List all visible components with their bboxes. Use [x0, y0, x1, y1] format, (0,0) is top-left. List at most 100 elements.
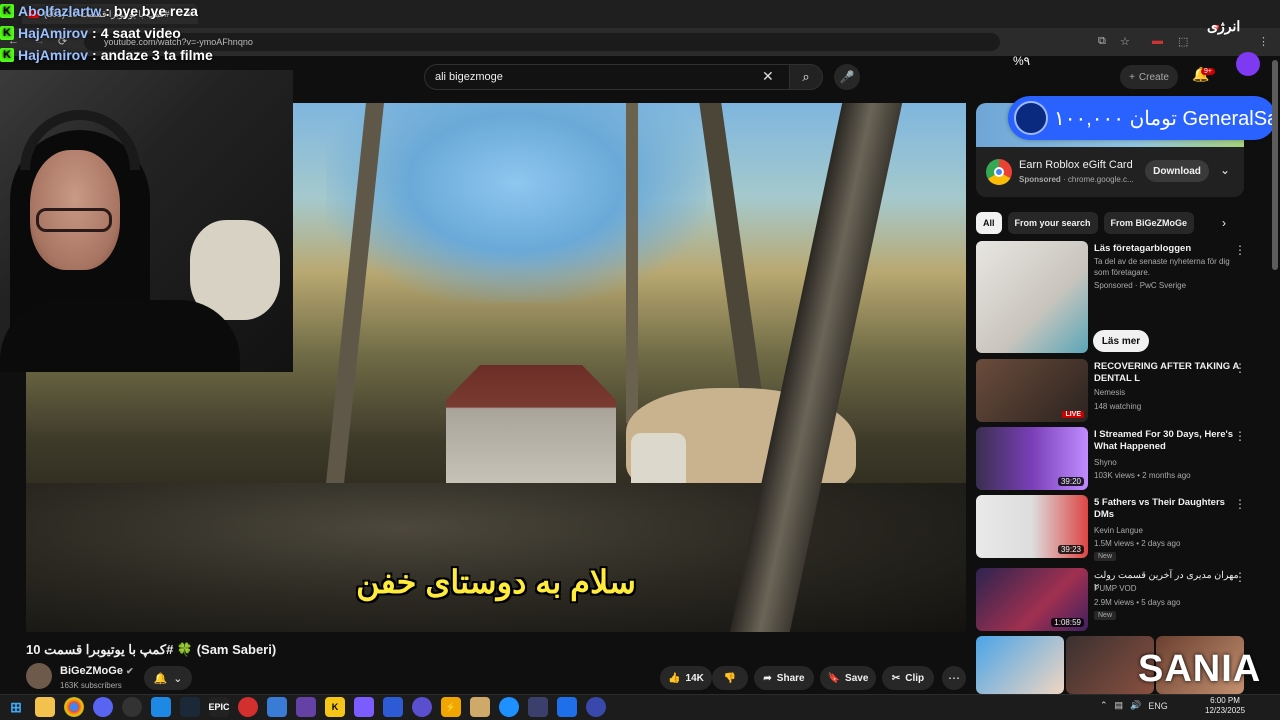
chrome-icon[interactable]	[64, 697, 84, 717]
voice-search-button[interactable]: 🎤	[834, 64, 860, 90]
chip-from-channel[interactable]: From BiGeZMoGe	[1103, 212, 1195, 234]
scrollbar[interactable]	[1272, 60, 1278, 270]
taskbar-clock[interactable]: 6:00 PM 12/23/2025	[1205, 696, 1245, 716]
chevron-down-icon[interactable]: ⌄	[1220, 163, 1230, 177]
search-input[interactable]: ali bigezmoge	[424, 64, 790, 90]
ad-sponsored: Sponsored	[1019, 175, 1061, 184]
windows-start-icon[interactable]: ⊞	[6, 697, 26, 717]
video-sky	[326, 103, 706, 303]
clip-label: Clip	[905, 672, 925, 684]
app-icon[interactable]: K	[325, 697, 345, 717]
dislike-button[interactable]: 👎	[712, 666, 748, 690]
app-icon[interactable]	[267, 697, 287, 717]
extension-icon[interactable]: ▬	[1152, 35, 1163, 47]
ad-title: Earn Roblox eGift Card	[1019, 159, 1133, 171]
rec-channel: Kevin Langue	[1094, 526, 1143, 535]
input-language[interactable]: ENG	[1148, 701, 1168, 711]
share-label: Share	[776, 672, 805, 684]
more-actions-button[interactable]: ⋯	[942, 666, 966, 690]
subscription-bell-button[interactable]: 🔔 ⌄	[144, 666, 192, 690]
app-icon[interactable]	[354, 697, 374, 717]
app-icon[interactable]	[412, 697, 432, 717]
chevron-down-icon: ⌄	[173, 672, 183, 685]
rec-title: Läs företagarbloggen	[1094, 243, 1192, 254]
like-count: 14K	[685, 672, 704, 684]
avatar[interactable]	[1236, 52, 1260, 76]
video-thumbnail: 39:20	[976, 427, 1088, 490]
ad-meta: Sponsored · chrome.google.c...	[1019, 175, 1134, 184]
list-item[interactable]: 39:23 5 Fathers vs Their Daughters DMs K…	[976, 495, 1266, 562]
plus-icon: +	[1129, 71, 1135, 83]
discord-icon[interactable]	[93, 697, 113, 717]
search-button[interactable]: ⌕	[789, 64, 823, 90]
extensions-puzzle-icon[interactable]: ⬚	[1178, 35, 1188, 48]
app-icon[interactable]	[586, 697, 606, 717]
share-button[interactable]: ➦ Share	[754, 666, 814, 690]
taskbar-apps: ⊞ EPIC K ⚡	[6, 697, 606, 717]
new-badge-text: New	[1094, 611, 1117, 620]
streamer-webcam	[0, 70, 293, 372]
channel-name[interactable]: BiGeZMoGe ✔	[60, 665, 134, 677]
file-explorer-icon[interactable]	[35, 697, 55, 717]
more-options-icon[interactable]: ⋮	[1234, 570, 1246, 584]
chip-from-search[interactable]: From your search	[1007, 212, 1098, 234]
obs-icon[interactable]	[122, 697, 142, 717]
rec-stats: 148 watching	[1094, 402, 1142, 411]
install-icon[interactable]: ⧉	[1098, 35, 1106, 48]
streamer-watermark: SANIA	[1138, 648, 1262, 690]
video-caption: سلام به دوستای خفن	[356, 564, 636, 600]
video-thumbnail[interactable]	[976, 636, 1064, 694]
new-badge: New	[1094, 550, 1117, 562]
chat-text: andaze 3 ta filme	[100, 47, 213, 63]
create-button[interactable]: + Create	[1120, 65, 1178, 89]
app-icon[interactable]	[557, 697, 577, 717]
rec-stats: 103K views • 2 months ago	[1094, 471, 1191, 480]
video-title: کمپ با یوتیوبرا قسمت 10# 🍀 (Sam Saberi)	[26, 642, 277, 657]
webcam-body	[0, 300, 240, 372]
search-icon: ⌕	[802, 69, 810, 84]
notification-count-badge: 9+	[1201, 68, 1215, 75]
epic-games-icon[interactable]: EPIC	[209, 697, 230, 717]
app-icon[interactable]	[151, 697, 171, 717]
url-field[interactable]: youtube.com/watch?v=-ymoAFhnqno	[84, 33, 1000, 51]
like-button[interactable]: 👍 14K	[660, 666, 712, 690]
list-item[interactable]: LIVE RECOVERING AFTER TAKING A DENTAL L …	[976, 359, 1266, 423]
network-icon[interactable]: ▤	[1115, 700, 1124, 711]
more-options-icon[interactable]: ⋮	[1234, 497, 1246, 511]
save-button[interactable]: 🔖 Save	[820, 666, 876, 690]
app-icon[interactable]	[499, 697, 519, 717]
app-icon[interactable]	[470, 697, 490, 717]
more-options-icon[interactable]: ⋮	[1234, 429, 1246, 443]
chat-text: bye bye reza	[113, 3, 198, 19]
app-icon[interactable]	[528, 697, 548, 717]
tray-chevron-icon[interactable]: ⌃	[1100, 700, 1108, 711]
las-mer-button[interactable]: Läs mer	[1093, 330, 1149, 352]
list-item[interactable]: 39:20 I Streamed For 30 Days, Here's Wha…	[976, 427, 1266, 491]
browser-menu-icon[interactable]: ⋮	[1258, 35, 1269, 48]
video-thumbnail: LIVE	[976, 359, 1088, 422]
app-icon[interactable]	[238, 697, 258, 717]
download-button[interactable]: Download	[1145, 160, 1209, 182]
bookmark-star-icon[interactable]: ☆	[1120, 35, 1130, 48]
clear-search-icon[interactable]: ✕	[762, 68, 774, 85]
list-item[interactable]: 1:08:59 مهران مدیری در آخرین قسمت رولت ۲…	[976, 568, 1266, 632]
more-options-icon[interactable]: ⋮	[1234, 361, 1246, 375]
channel-avatar[interactable]	[26, 663, 52, 689]
app-icon[interactable]: ⚡	[441, 697, 461, 717]
clip-button[interactable]: ✂ Clip	[882, 666, 934, 690]
video-tree	[626, 103, 638, 423]
create-label: Create	[1138, 71, 1169, 83]
app-icon[interactable]	[296, 697, 316, 717]
volume-icon[interactable]: 🔊	[1130, 700, 1141, 711]
chip-all[interactable]: All	[976, 212, 1002, 234]
app-icon[interactable]	[383, 697, 403, 717]
duration-badge: 39:20	[1057, 477, 1084, 486]
donor-avatar	[1014, 101, 1048, 135]
chevron-right-icon[interactable]: ›	[1222, 216, 1226, 230]
steam-icon[interactable]	[180, 697, 200, 717]
save-label: Save	[845, 672, 869, 684]
kick-icon: K	[0, 4, 14, 18]
more-options-icon[interactable]: ⋮	[1234, 243, 1246, 257]
rec-stats: 2.9M views • 5 days ago	[1094, 598, 1181, 607]
donation-text: ۱۰۰,۰۰۰ تومان GeneralSaeed	[1054, 107, 1276, 130]
